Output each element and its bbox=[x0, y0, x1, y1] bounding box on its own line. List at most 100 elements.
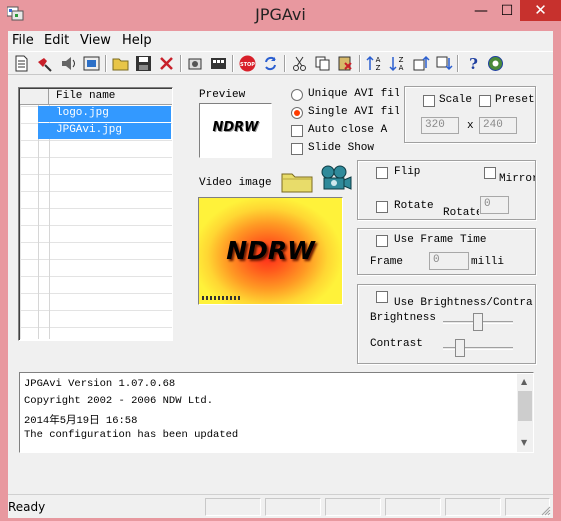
log-line: The configuration has been updated bbox=[24, 429, 239, 441]
log-scrollbar[interactable]: ▲ ▼ bbox=[517, 374, 533, 452]
scale-group: Scale Preset 320 x 240 bbox=[404, 86, 536, 143]
toolbar-separator bbox=[105, 55, 107, 72]
close-button[interactable]: ✕ bbox=[520, 0, 561, 21]
frame-time-label: Use Frame Time bbox=[394, 234, 487, 246]
log-line: 2014年5月19日 16:58 bbox=[24, 415, 138, 427]
new-icon[interactable] bbox=[12, 54, 31, 73]
minimize-button[interactable]: — bbox=[468, 2, 494, 21]
cut-icon[interactable] bbox=[290, 54, 309, 73]
frame-unit-label: milli bbox=[471, 256, 505, 268]
toolbar-separator bbox=[457, 55, 459, 72]
rotate-angle-label: Rotate bbox=[443, 207, 479, 219]
camera-icon[interactable] bbox=[319, 164, 353, 194]
maximize-button[interactable]: ☐ bbox=[494, 2, 520, 21]
slide-show-label: Slide Show bbox=[308, 142, 375, 154]
sort-asc-icon[interactable]: AZ bbox=[365, 54, 384, 73]
single-avi-label: Single AVI file bbox=[308, 106, 399, 118]
delete-icon[interactable] bbox=[157, 54, 176, 73]
scroll-thumb[interactable] bbox=[518, 391, 532, 421]
brightness-contrast-label: Use Brightness/Contra bbox=[394, 297, 533, 309]
contrast-slider-thumb[interactable] bbox=[455, 339, 465, 357]
move-up-icon[interactable] bbox=[411, 54, 430, 73]
preview-label: Preview bbox=[199, 89, 246, 101]
width-input[interactable]: 320 bbox=[421, 117, 459, 134]
radio-selected-dot bbox=[294, 110, 300, 116]
file-name-header[interactable]: File name bbox=[56, 90, 115, 102]
file-name: logo.jpg bbox=[56, 107, 109, 119]
scale-checkbox[interactable] bbox=[423, 95, 435, 107]
brightness-checkbox[interactable] bbox=[376, 291, 388, 303]
contrast-slider-track[interactable] bbox=[443, 347, 513, 350]
frame-label: Frame bbox=[370, 256, 404, 268]
list-item[interactable]: JPGAvi.jpg bbox=[38, 123, 171, 139]
scroll-up-icon[interactable]: ▲ bbox=[521, 377, 527, 386]
toolbar-separator bbox=[232, 55, 234, 72]
film-icon[interactable] bbox=[82, 54, 101, 73]
scale-label: Scale bbox=[439, 94, 473, 106]
speaker-icon[interactable] bbox=[59, 54, 78, 73]
save-icon[interactable] bbox=[134, 54, 153, 73]
help-icon[interactable]: ? bbox=[464, 54, 483, 73]
brightness-label: Brightness bbox=[370, 312, 437, 324]
svg-text:Z: Z bbox=[376, 64, 381, 72]
sort-desc-icon[interactable]: ZA bbox=[388, 54, 407, 73]
info-icon[interactable] bbox=[486, 54, 505, 73]
frame-input[interactable]: 0 bbox=[429, 252, 469, 270]
preview-logo: NDRW bbox=[212, 120, 259, 135]
move-down-icon[interactable] bbox=[434, 54, 453, 73]
menu-bar: File Edit View Help bbox=[8, 31, 553, 51]
slide-show-checkbox[interactable] bbox=[291, 143, 303, 155]
menu-file[interactable]: File bbox=[12, 33, 34, 48]
rotate-checkbox[interactable] bbox=[376, 201, 388, 213]
folder-icon[interactable] bbox=[280, 168, 314, 194]
list-item[interactable]: logo.jpg bbox=[38, 106, 171, 122]
frame-time-group: Use Frame Time Frame 0 milli bbox=[357, 228, 536, 275]
menu-edit[interactable]: Edit bbox=[44, 33, 69, 48]
preview-image: NDRW bbox=[199, 103, 272, 158]
paste-icon[interactable] bbox=[336, 54, 355, 73]
filmstrip-icon[interactable] bbox=[209, 54, 228, 73]
unique-avi-radio[interactable] bbox=[291, 89, 303, 101]
svg-text:Z: Z bbox=[399, 56, 404, 64]
menu-help[interactable]: Help bbox=[122, 33, 152, 48]
svg-text:A: A bbox=[399, 64, 404, 72]
mirror-checkbox[interactable] bbox=[484, 167, 496, 179]
svg-text:A: A bbox=[376, 56, 381, 64]
log-line: Copyright 2002 - 2006 NDW Ltd. bbox=[24, 395, 214, 407]
file-list[interactable]: File name logo.jpg JPGAvi.jpg bbox=[18, 87, 173, 341]
scroll-down-icon[interactable]: ▼ bbox=[521, 438, 527, 447]
open-folder-icon[interactable] bbox=[111, 54, 130, 73]
status-pane bbox=[325, 498, 381, 516]
file-name: JPGAvi.jpg bbox=[56, 124, 123, 136]
flip-group: Flip Mirror Rotate Rotate 0 bbox=[357, 160, 536, 220]
log-panel: JPGAvi Version 1.07.0.68 Copyright 2002 … bbox=[19, 372, 534, 453]
svg-text:?: ? bbox=[469, 55, 478, 73]
toolbar: STOP AZ ZA ? bbox=[8, 51, 553, 75]
auto-close-checkbox[interactable] bbox=[291, 125, 303, 137]
video-image-label: Video image bbox=[199, 177, 272, 189]
rotate-input[interactable]: 0 bbox=[480, 196, 509, 214]
status-pane bbox=[385, 498, 441, 516]
refresh-icon[interactable] bbox=[261, 54, 280, 73]
height-input[interactable]: 240 bbox=[479, 117, 517, 134]
menu-view[interactable]: View bbox=[80, 33, 111, 48]
resize-grip-icon[interactable] bbox=[540, 505, 551, 516]
file-list-header: File name bbox=[20, 89, 172, 105]
gear-icon[interactable] bbox=[186, 54, 205, 73]
frame-time-checkbox[interactable] bbox=[376, 235, 388, 247]
brightness-slider-thumb[interactable] bbox=[473, 313, 483, 331]
brightness-group: Use Brightness/Contra Brightness Contras… bbox=[357, 284, 536, 364]
preset-checkbox[interactable] bbox=[479, 95, 491, 107]
stop-icon[interactable]: STOP bbox=[238, 54, 257, 73]
status-pane bbox=[205, 498, 261, 516]
flip-checkbox[interactable] bbox=[376, 167, 388, 179]
mirror-label: Mirror bbox=[499, 173, 535, 185]
status-text: Ready bbox=[8, 500, 46, 514]
single-avi-radio[interactable] bbox=[291, 107, 303, 119]
title-bar: JPGAvi — ☐ ✕ bbox=[0, 0, 561, 31]
brightness-contrast-clip: Use Brightness/Contra bbox=[394, 290, 535, 309]
times-label: x bbox=[467, 120, 474, 132]
pin-icon[interactable] bbox=[35, 54, 54, 73]
preset-label: Preset bbox=[495, 94, 535, 106]
copy-icon[interactable] bbox=[313, 54, 332, 73]
